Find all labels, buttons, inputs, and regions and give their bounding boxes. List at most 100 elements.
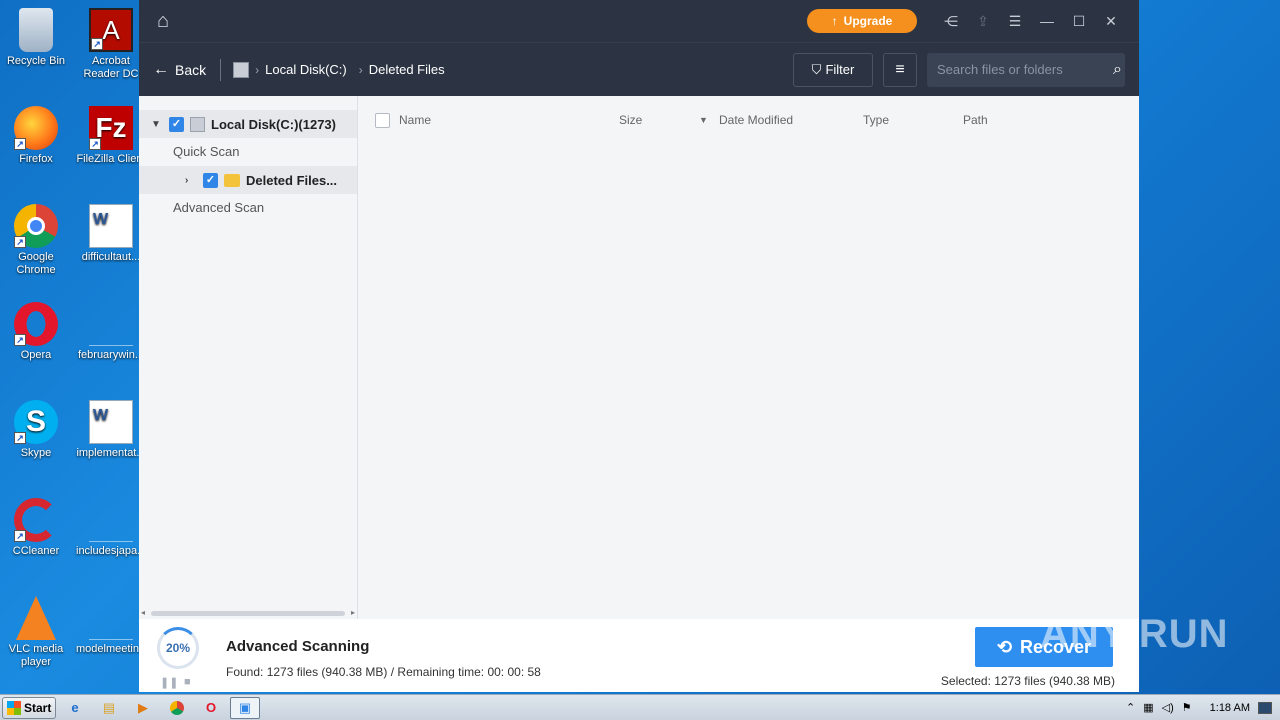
blank-file-icon <box>89 498 133 542</box>
desktop-icon-chrome[interactable]: ↗ Google Chrome <box>1 204 71 277</box>
nav-bar: ← Back › Local Disk(C:) › Deleted Files … <box>139 42 1139 96</box>
clock[interactable]: 1:18 AM <box>1210 702 1250 714</box>
breadcrumb-separator-icon: › <box>358 62 363 77</box>
filter-label: Filter <box>825 62 855 77</box>
horizontal-scrollbar[interactable]: ◂ ▸ <box>141 608 355 617</box>
column-header-path[interactable]: Path <box>963 113 988 127</box>
recycle-bin-icon <box>19 8 53 52</box>
maximize-icon[interactable]: ☐ <box>1063 9 1095 33</box>
select-all-checkbox[interactable] <box>375 112 390 128</box>
desktop-icon-recycle-bin[interactable]: Recycle Bin <box>1 8 71 68</box>
taskbar-media-player-icon[interactable]: ▶ <box>128 697 158 719</box>
list-view-button[interactable]: ≡ <box>883 52 917 87</box>
desktop-icon-label: implementat... <box>76 447 146 459</box>
column-header-type[interactable]: Type <box>863 113 889 127</box>
shortcut-arrow-icon: ↗ <box>14 432 26 444</box>
desktop-icon-ccleaner[interactable]: ↗ CCleaner <box>1 498 71 558</box>
upgrade-button[interactable]: ↑ Upgrade <box>807 9 917 33</box>
desktop-icon-filezilla[interactable]: Fz ↗ FileZilla Client <box>76 106 146 166</box>
shortcut-arrow-icon: ↗ <box>14 138 26 150</box>
desktop-icon-file-1[interactable]: februarywin... <box>76 302 146 362</box>
shortcut-arrow-icon: ↗ <box>14 236 26 248</box>
show-desktop-icon[interactable] <box>1258 701 1272 714</box>
scroll-left-icon[interactable]: ◂ <box>141 608 145 617</box>
desktop-icon-label: Firefox <box>19 153 53 165</box>
tree-item-deleted-files[interactable]: › ✓ Deleted Files... <box>139 166 357 194</box>
back-button[interactable]: ← Back <box>153 58 222 81</box>
desktop-icon-firefox[interactable]: ↗ Firefox <box>1 106 71 166</box>
ccleaner-icon: ↗ <box>14 498 58 542</box>
column-header-size[interactable]: Size <box>619 113 642 127</box>
breadcrumb-item-local-disk[interactable]: Local Disk(C:) <box>265 62 347 77</box>
desktop-icon-label: Opera <box>20 349 52 361</box>
start-label: Start <box>24 700 52 715</box>
close-icon[interactable]: ✕ <box>1095 9 1127 33</box>
desktop-icon-vlc[interactable]: VLC media player <box>1 596 71 669</box>
desktop-icon-label: Acrobat Reader DC <box>83 55 139 80</box>
column-header-name[interactable]: Name <box>399 113 431 127</box>
tree-item-local-disk[interactable]: ▼ ✓ Local Disk(C:)(1273) <box>139 110 357 138</box>
stop-icon[interactable]: ■ <box>184 676 191 688</box>
taskbar-explorer-icon[interactable]: ▤ <box>94 697 124 719</box>
chevron-down-icon[interactable]: ▼ <box>151 119 163 130</box>
tree-item-label: Local Disk(C:)(1273) <box>211 116 336 132</box>
column-header-date-modified[interactable]: Date Modified <box>719 113 793 127</box>
desktop-icon-label: Google Chrome <box>16 251 56 276</box>
tray-expand-icon[interactable]: ⌃ <box>1126 701 1135 714</box>
breadcrumb: › Local Disk(C:) › Deleted Files <box>233 61 445 78</box>
checkbox-checked[interactable]: ✓ <box>169 116 184 132</box>
taskbar-opera-icon[interactable]: O <box>196 697 226 719</box>
word-document-icon: W <box>89 400 133 444</box>
minimize-icon[interactable]: — <box>1031 9 1063 33</box>
chevron-right-icon[interactable]: › <box>185 175 197 186</box>
back-label: Back <box>175 61 207 78</box>
search-box: ⌕ <box>927 52 1125 87</box>
hamburger-menu-icon[interactable]: ☰ <box>999 9 1031 33</box>
history-icon: ⟲ <box>996 636 1013 657</box>
share-icon[interactable]: ⋲ <box>935 9 967 33</box>
desktop-icon-label: Skype <box>20 447 52 459</box>
scroll-right-icon[interactable]: ▸ <box>351 608 355 617</box>
opera-icon: ↗ <box>14 302 58 346</box>
desktop-icon-acrobat[interactable]: A ↗ Acrobat Reader DC <box>76 8 146 81</box>
breadcrumb-item-deleted-files[interactable]: Deleted Files <box>369 62 445 77</box>
home-icon[interactable]: ⌂ <box>157 10 179 32</box>
desktop-icon-file-2[interactable]: includesjapa... <box>76 498 146 558</box>
taskbar-recovery-app-icon[interactable]: ▣ <box>230 696 260 719</box>
pause-icon[interactable]: ❚❚ <box>160 676 178 689</box>
search-icon[interactable]: ⌕ <box>1113 61 1122 79</box>
desktop-icon-label: FileZilla Client <box>76 153 146 165</box>
taskbar-chrome-icon[interactable] <box>162 697 192 719</box>
desktop-icon-label: VLC media player <box>8 643 64 668</box>
shortcut-arrow-icon: ↗ <box>14 334 26 346</box>
filter-button[interactable]: ⛉ Filter <box>793 52 873 87</box>
start-button[interactable]: Start <box>2 696 56 719</box>
desktop-icon-file-3[interactable]: modelmeetin... <box>76 596 149 656</box>
blank-file-icon <box>89 302 133 346</box>
desktop-icon-label: difficultaut... <box>81 251 141 263</box>
watermark: ANY RUN <box>1040 612 1229 656</box>
desktop-icon-word-doc-2[interactable]: W implementat... <box>76 400 146 460</box>
breadcrumb-separator-icon: › <box>255 62 260 77</box>
acrobat-icon: A ↗ <box>89 8 133 52</box>
network-icon[interactable]: ▦ <box>1143 701 1153 714</box>
folder-icon <box>224 173 240 187</box>
skype-icon: S ↗ <box>14 400 58 444</box>
volume-icon[interactable]: ◁) <box>1162 701 1174 714</box>
checkbox-checked[interactable]: ✓ <box>203 172 218 188</box>
filter-icon: ⛉ <box>811 61 822 77</box>
desktop-icon-opera[interactable]: ↗ Opera <box>1 302 71 362</box>
sort-down-icon[interactable]: ▼ <box>699 115 708 125</box>
file-list: Name Size ▼ Date Modified Type Path <box>358 96 1139 619</box>
tree-item-label: Deleted Files... <box>246 172 338 188</box>
action-center-flag-icon[interactable]: ⚑ <box>1182 701 1192 714</box>
search-input[interactable] <box>937 62 1113 77</box>
taskbar-ie-icon[interactable]: e <box>60 697 90 719</box>
scrollbar-thumb[interactable] <box>151 611 345 616</box>
desktop-icon-skype[interactable]: S ↗ Skype <box>1 400 71 460</box>
export-icon[interactable]: ⇪ <box>967 9 999 33</box>
tree-section-advanced-scan: Advanced Scan <box>173 200 265 215</box>
desktop-icon-label: modelmeetin... <box>76 643 149 655</box>
desktop-icon-word-doc-1[interactable]: W difficultaut... <box>76 204 146 264</box>
desktop-icon-label: Recycle Bin <box>6 55 66 67</box>
